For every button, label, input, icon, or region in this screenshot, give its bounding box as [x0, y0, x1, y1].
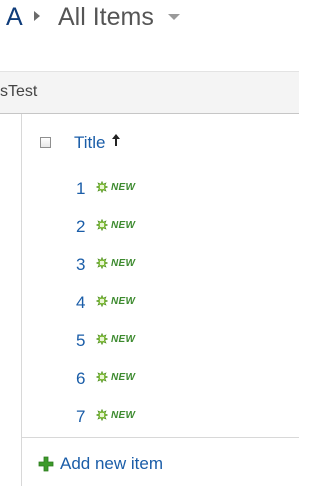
add-new-item-label: Add new item: [60, 454, 163, 473]
new-badge-label: NEW: [111, 371, 136, 383]
new-star-icon: [96, 371, 108, 383]
new-star-icon: [96, 295, 108, 307]
list-item: 6 NEW: [22, 360, 299, 398]
new-badge: NEW: [96, 180, 135, 194]
chevron-down-icon[interactable]: [168, 14, 180, 20]
item-title-link[interactable]: 4: [76, 292, 85, 314]
new-badge: NEW: [96, 294, 135, 308]
tab-bar: sTest: [0, 71, 299, 114]
select-all-checkbox[interactable]: [40, 137, 51, 148]
item-title-link[interactable]: 7: [76, 406, 85, 428]
list-item: 1 NEW: [22, 170, 299, 208]
item-title-link[interactable]: 1: [76, 178, 85, 200]
new-star-icon: [96, 181, 108, 193]
new-badge: NEW: [96, 256, 135, 270]
list-view: Title 1 NEW 2 NEW 3 NEW 4 NEW 5 NEW 6 NEW 7 NEW: [22, 114, 299, 437]
item-title-link[interactable]: 5: [76, 330, 85, 352]
list-item: 4 NEW: [22, 284, 299, 322]
new-badge: NEW: [96, 218, 135, 232]
item-title-link[interactable]: 3: [76, 254, 85, 276]
new-star-icon: [96, 219, 108, 231]
new-badge-label: NEW: [111, 409, 136, 421]
breadcrumb-separator-icon: [34, 11, 40, 21]
item-title-link[interactable]: 2: [76, 216, 85, 238]
list-item: 5 NEW: [22, 322, 299, 360]
new-badge-label: NEW: [111, 181, 136, 193]
header: A All Items: [0, 0, 299, 70]
list-item: 7 NEW: [22, 398, 299, 436]
column-header-row: Title: [22, 130, 299, 156]
new-badge-label: NEW: [111, 257, 136, 269]
new-badge: NEW: [96, 370, 135, 384]
new-badge-label: NEW: [111, 295, 136, 307]
plus-icon: [38, 456, 54, 472]
new-badge: NEW: [96, 408, 135, 422]
list-item: 3 NEW: [22, 246, 299, 284]
item-title-link[interactable]: 6: [76, 368, 85, 390]
new-badge: NEW: [96, 332, 135, 346]
new-star-icon: [96, 333, 108, 345]
sort-ascending-icon: [112, 134, 120, 146]
breadcrumb-root[interactable]: A: [6, 2, 23, 32]
view-selector-title[interactable]: All Items: [58, 2, 154, 32]
page: A All Items sTest Title 1 NEW 2 NEW 3 NEW 4 NEW…: [0, 0, 299, 486]
list-item: 2 NEW: [22, 208, 299, 246]
new-badge-label: NEW: [111, 333, 136, 345]
new-star-icon: [96, 409, 108, 421]
add-new-item-link[interactable]: Add new item: [38, 453, 163, 475]
new-badge-label: NEW: [111, 219, 136, 231]
tab-label[interactable]: sTest: [0, 83, 37, 101]
bottom-divider: [22, 437, 299, 438]
column-header-title[interactable]: Title: [74, 131, 106, 155]
new-star-icon: [96, 257, 108, 269]
